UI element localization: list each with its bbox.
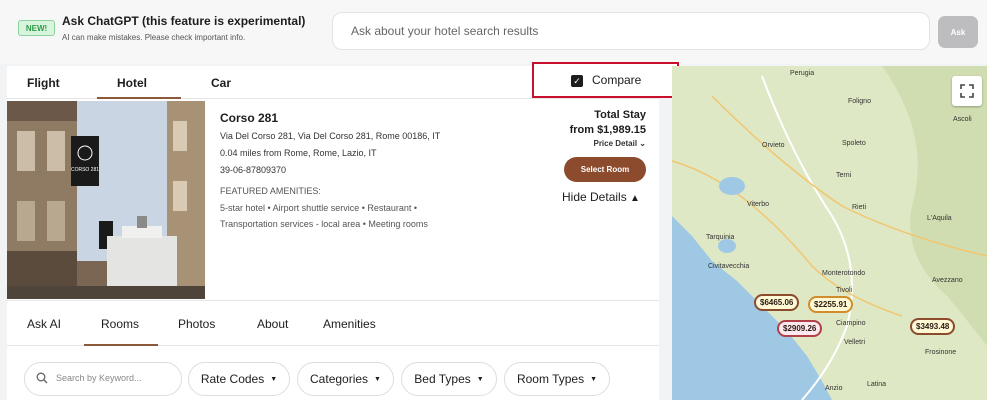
caret-down-icon: ▼ <box>590 375 598 383</box>
map-label-anzio: Anzio <box>825 385 843 392</box>
fullscreen-button[interactable] <box>952 76 982 106</box>
keyword-search-input[interactable]: Search by Keyword... <box>24 362 182 396</box>
new-badge: NEW! <box>18 20 55 36</box>
select-room-button[interactable]: Select Room <box>564 157 646 182</box>
map-label-civitavecchia: Civitavecchia <box>708 263 750 270</box>
chevron-down-icon: ⌄ <box>639 139 646 148</box>
caret-down-icon: ▼ <box>374 375 381 383</box>
assistant-title: Ask ChatGPT (this feature is experimenta… <box>62 14 306 28</box>
hotel-distance: 0.04 miles from Rome, Rome, Lazio, IT <box>220 148 377 158</box>
caret-down-icon: ▼ <box>476 375 484 383</box>
detail-tabs: Ask AI Rooms Photos About Amenities <box>7 300 659 346</box>
map-label-latina: Latina <box>867 381 887 388</box>
hotel-photo[interactable]: CORSO 281 <box>7 101 205 299</box>
tab-car[interactable]: Car <box>211 76 231 90</box>
map-label-tivoli: Tivoli <box>836 287 853 294</box>
hotel-map[interactable]: Perugia Foligno Orvieto Spoleto Terni Vi… <box>672 66 987 400</box>
map-label-monterotondo: Monterotondo <box>822 270 866 277</box>
map-price-marker[interactable]: $3493.48 <box>910 318 956 335</box>
tab-photos[interactable]: Photos <box>178 317 215 331</box>
compare-label: Compare <box>592 73 642 87</box>
total-stay-label: Total Stay <box>594 109 646 121</box>
search-placeholder: Search by Keyword... <box>56 373 142 383</box>
tab-ask-ai[interactable]: Ask AI <box>27 317 61 331</box>
active-subtab-indicator <box>84 344 158 346</box>
search-icon <box>36 372 48 384</box>
room-types-dropdown[interactable]: Room Types ▼ <box>504 362 610 396</box>
map-label-spoleto: Spoleto <box>842 140 866 147</box>
hotel-phone: 39-06-87809370 <box>220 165 287 175</box>
amenities-label: FEATURED AMENITIES: <box>220 186 321 196</box>
map-label-foligno: Foligno <box>848 98 871 105</box>
assistant-subtitle: AI can make mistakes. Please check impor… <box>62 33 246 42</box>
map-label-rieti: Rieti <box>852 204 867 211</box>
active-tab-indicator <box>97 97 181 99</box>
amenities-line-1: 5-star hotel • Airport shuttle service •… <box>220 203 418 213</box>
hotel-name[interactable]: Corso 281 <box>220 111 278 125</box>
check-icon[interactable]: ✓ <box>571 75 583 87</box>
map-price-marker[interactable]: $2255.91 <box>808 296 854 313</box>
map-label-terni: Terni <box>836 172 852 179</box>
ask-button[interactable]: Ask <box>938 16 978 48</box>
map-label-frosinone: Frosinone <box>925 349 957 356</box>
map-label-perugia: Perugia <box>790 70 815 77</box>
map-label-orvieto: Orvieto <box>762 142 785 149</box>
amenities-line-2: Transportation services - local area • M… <box>220 219 428 229</box>
chevron-up-icon: ▲ <box>630 193 640 204</box>
categories-dropdown[interactable]: Categories ▼ <box>297 362 394 396</box>
tab-flight[interactable]: Flight <box>27 76 60 90</box>
tab-about[interactable]: About <box>257 317 288 331</box>
assistant-input[interactable]: Ask about your hotel search results <box>332 12 930 50</box>
tab-amenities[interactable]: Amenities <box>323 317 376 331</box>
map-label-viterbo: Viterbo <box>747 201 770 208</box>
hotel-address: Via Del Corso 281, Via Del Corso 281, Ro… <box>220 131 441 141</box>
caret-down-icon: ▼ <box>270 375 278 383</box>
svg-text:CORSO 281: CORSO 281 <box>71 167 99 173</box>
hide-details-toggle[interactable]: Hide Details ▲ <box>562 190 640 204</box>
tab-hotel[interactable]: Hotel <box>117 76 147 90</box>
map-price-marker[interactable]: $2909.26 <box>777 320 823 337</box>
tab-rooms[interactable]: Rooms <box>101 317 139 331</box>
bed-types-dropdown[interactable]: Bed Types ▼ <box>401 362 497 396</box>
map-label-tarquinia: Tarquinia <box>706 234 735 241</box>
map-label-ascoli: Ascoli <box>953 116 972 123</box>
assistant-bar: NEW! Ask ChatGPT (this feature is experi… <box>0 0 987 64</box>
compare-toggle[interactable]: ✓ Compare <box>532 62 679 98</box>
hotel-price: from $1,989.15 <box>569 124 646 136</box>
map-label-laquila: L'Aquila <box>927 215 952 222</box>
room-filters: Search by Keyword... Rate Codes ▼ Categor… <box>7 347 659 400</box>
rate-codes-dropdown[interactable]: Rate Codes ▼ <box>188 362 290 396</box>
fullscreen-icon <box>960 84 974 98</box>
map-price-marker[interactable]: $6465.06 <box>754 294 800 311</box>
map-label-velletri: Velletri <box>844 339 866 346</box>
map-label-avezzano: Avezzano <box>932 277 963 284</box>
map-label-ciampino: Ciampino <box>836 320 866 327</box>
price-detail-link[interactable]: Price Detail ⌄ <box>593 139 646 148</box>
